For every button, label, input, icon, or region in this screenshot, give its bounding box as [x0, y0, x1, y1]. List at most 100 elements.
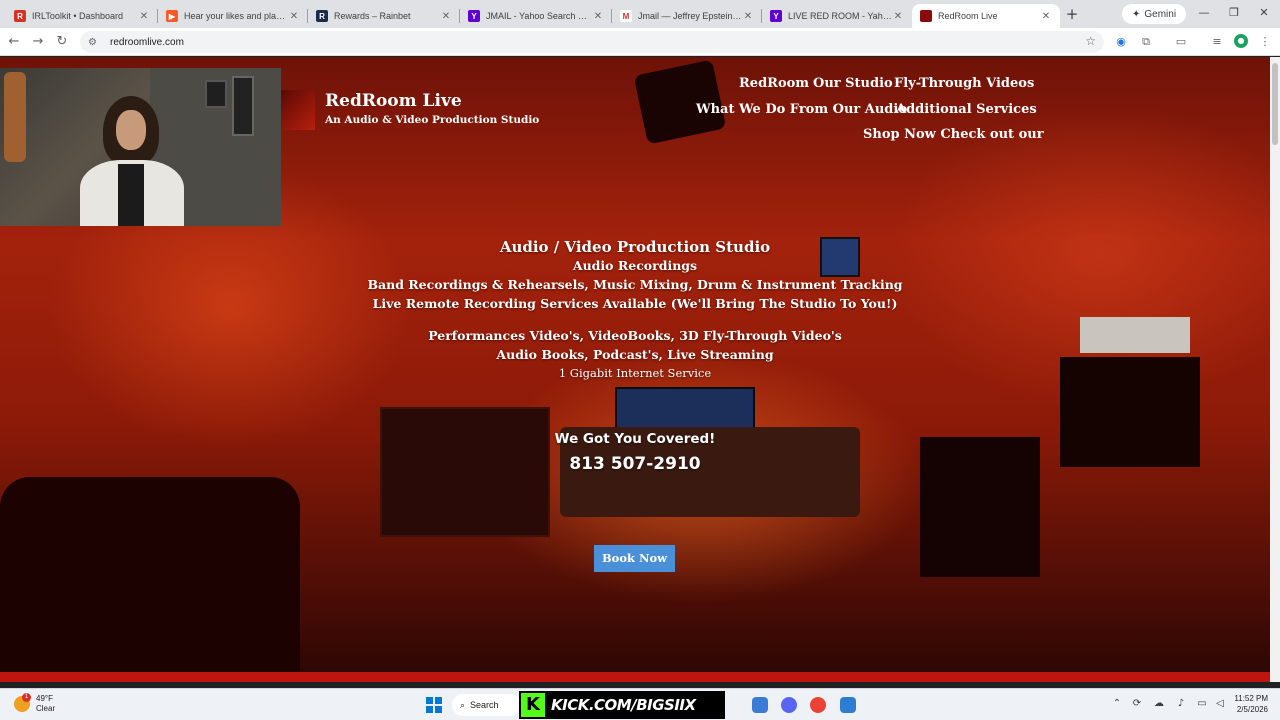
sidepanel-icon[interactable]: ▭ [1174, 35, 1188, 49]
taskbar-clock[interactable]: 11:52 PM 2/5/2026 [1228, 693, 1268, 715]
couch-decor [0, 477, 300, 672]
streamer-face [116, 110, 146, 150]
tab-rainbet[interactable]: R Rewards – Rainbet ✕ [308, 4, 460, 28]
kick-url: KICK.COM/BIGSIIX [551, 696, 696, 714]
hero-line-band: Band Recordings & Rehearsels, Music Mixi… [367, 277, 903, 292]
tab-search-icon[interactable]: ≡ [1210, 35, 1224, 49]
page-footer-strip [0, 672, 1270, 682]
tab-title: RedRoom Live [938, 11, 998, 21]
tab-live-red-room[interactable]: Y LIVE RED ROOM - Yahoo Sear ✕ [762, 4, 912, 28]
nav-redroom[interactable]: RedRoom [739, 76, 809, 91]
site-brand[interactable]: RedRoom Live [325, 91, 462, 111]
tray-mic-icon[interactable]: ♪ [1174, 698, 1188, 709]
forward-icon[interactable]: → [30, 34, 46, 50]
weather-sun-icon: 1 [14, 693, 31, 712]
chrome-app-icon[interactable] [810, 697, 826, 713]
windows-start-icon[interactable] [426, 697, 442, 713]
gemini-button[interactable]: ✦ Gemini [1122, 4, 1187, 24]
hero-line-audio: Audio Recordings [572, 258, 698, 273]
yahoo-favicon-icon: Y [770, 10, 782, 22]
close-tab-icon[interactable]: ✕ [288, 11, 300, 22]
book-now-button[interactable]: Book Now [594, 545, 675, 572]
tracking-icon[interactable]: ◉ [1114, 35, 1128, 49]
yahoo-favicon-icon: Y [468, 10, 480, 22]
site-logo[interactable] [281, 90, 315, 130]
tray-display-icon[interactable]: ▭ [1195, 698, 1209, 709]
store-app-icon[interactable] [752, 697, 768, 713]
tab-title: Jmail — Jeffrey Epstein's Ema [638, 11, 742, 21]
hero-phone[interactable]: 813 507-2910 [0, 454, 1270, 474]
tab-title: JMAIL - Yahoo Search Results [486, 11, 592, 21]
weather-temp: 49°F [36, 694, 53, 703]
weather-badge: 1 [22, 693, 31, 702]
bookmark-star-icon[interactable]: ☆ [1085, 34, 1096, 48]
weather-widget[interactable]: 1 49°F Clear [14, 693, 56, 714]
tab-title: LIVE RED ROOM - Yahoo Sear [788, 11, 892, 21]
webcam-overlay [0, 68, 281, 226]
kick-logo-icon: K [521, 693, 545, 717]
extensions-icon[interactable]: ⧉ [1139, 35, 1153, 49]
close-tab-icon[interactable]: ✕ [440, 11, 452, 22]
windows-taskbar: 1 49°F Clear ⌕ Search K KICK.COM/BIGSIIX… [0, 688, 1280, 720]
taskbar-search[interactable]: ⌕ Search [452, 694, 522, 716]
close-tab-icon[interactable]: ✕ [592, 11, 604, 22]
weather-condition: Clear [36, 704, 56, 713]
back-icon[interactable]: ← [6, 34, 22, 50]
tab-jmail[interactable]: M Jmail — Jeffrey Epstein's Ema ✕ [612, 4, 762, 28]
nav-our-studio[interactable]: Our Studio [813, 76, 893, 91]
discord-app-icon[interactable] [781, 697, 797, 713]
irltoolkit-favicon-icon: R [14, 10, 26, 22]
site-info-icon[interactable]: ⚙ [88, 37, 102, 48]
guitar-decor [4, 72, 26, 162]
close-tab-icon[interactable]: ✕ [892, 11, 904, 22]
app-icon[interactable] [840, 697, 856, 713]
clock-time: 11:52 PM [1234, 694, 1268, 703]
close-tab-icon[interactable]: ✕ [742, 11, 754, 22]
reload-icon[interactable]: ↻ [54, 34, 70, 50]
tab-irltoolkit[interactable]: R IRLToolkit • Dashboard ✕ [6, 4, 158, 28]
menu-kebab-icon[interactable]: ⋮ [1258, 35, 1272, 49]
nav-additional-services[interactable]: Additional Services [896, 102, 1037, 117]
tab-likes-playlists[interactable]: ▶ Hear your likes and playlists ✕ [158, 4, 308, 28]
tab-title: Hear your likes and playlists [184, 11, 288, 21]
address-bar[interactable]: ⚙ redroomlive.com ☆ [80, 31, 1104, 53]
browser-toolbar: ← → ↻ ⚙ redroomlive.com ☆ ◉ ⧉ ▭ ≡ ● ⋮ [0, 28, 1280, 56]
tab-jmail-yahoo[interactable]: Y JMAIL - Yahoo Search Results ✕ [460, 4, 612, 28]
scrollbar-thumb[interactable] [1272, 63, 1278, 145]
tray-volume-icon[interactable]: ◁ [1213, 698, 1227, 709]
kick-overlay-banner: K KICK.COM/BIGSIIX [519, 691, 725, 719]
hero-line-remote: Live Remote Recording Services Available… [372, 296, 898, 311]
hero-line-video: Performances Video's, VideoBooks, 3D Fly… [428, 328, 842, 343]
close-tab-icon[interactable]: ✕ [1040, 11, 1052, 22]
nav-fly-through[interactable]: Fly-Through Videos [894, 76, 1034, 91]
tab-redroom-live[interactable]: RedRoom Live ✕ [912, 4, 1060, 28]
gemini-sparkle-icon: ✦ [1132, 8, 1141, 20]
music-favicon-icon: ▶ [166, 10, 178, 22]
restore-icon[interactable]: ❐ [1226, 6, 1242, 19]
close-window-icon[interactable]: ✕ [1256, 6, 1272, 19]
site-tagline: An Audio & Video Production Studio [325, 114, 540, 126]
tab-title: IRLToolkit • Dashboard [32, 11, 124, 21]
gemini-label: Gemini [1144, 8, 1177, 20]
hero-line-internet: 1 Gigabit Internet Service [558, 366, 712, 380]
tab-title: Rewards – Rainbet [334, 11, 411, 21]
close-tab-icon[interactable]: ✕ [138, 11, 150, 22]
nav-what-we-do[interactable]: What We Do From Our Audio [696, 102, 907, 117]
redroom-favicon-icon [920, 10, 932, 22]
tray-sync-icon[interactable]: ⟳ [1130, 698, 1144, 709]
rainbet-favicon-icon: R [316, 10, 328, 22]
browser-tab-strip: R IRLToolkit • Dashboard ✕ ▶ Hear your l… [0, 0, 1280, 28]
hero-title: Audio / Video Production Studio [499, 238, 771, 256]
tray-cloud-icon[interactable]: ☁ [1152, 698, 1166, 709]
tray-chevron-icon[interactable]: ⌃ [1110, 698, 1124, 709]
page-scrollbar[interactable] [1270, 57, 1280, 682]
url-text: redroomlive.com [110, 36, 184, 48]
hero-covered: We Got You Covered! [554, 431, 716, 447]
jmail-favicon-icon: M [620, 10, 632, 22]
nav-shop[interactable]: Shop Now Check out our [863, 127, 1044, 142]
new-tab-button[interactable]: + [1064, 6, 1080, 22]
profile-avatar[interactable]: ● [1234, 34, 1248, 48]
taskbar-search-label: Search [470, 700, 499, 710]
minimize-icon[interactable]: — [1196, 6, 1212, 19]
search-icon: ⌕ [460, 699, 466, 710]
